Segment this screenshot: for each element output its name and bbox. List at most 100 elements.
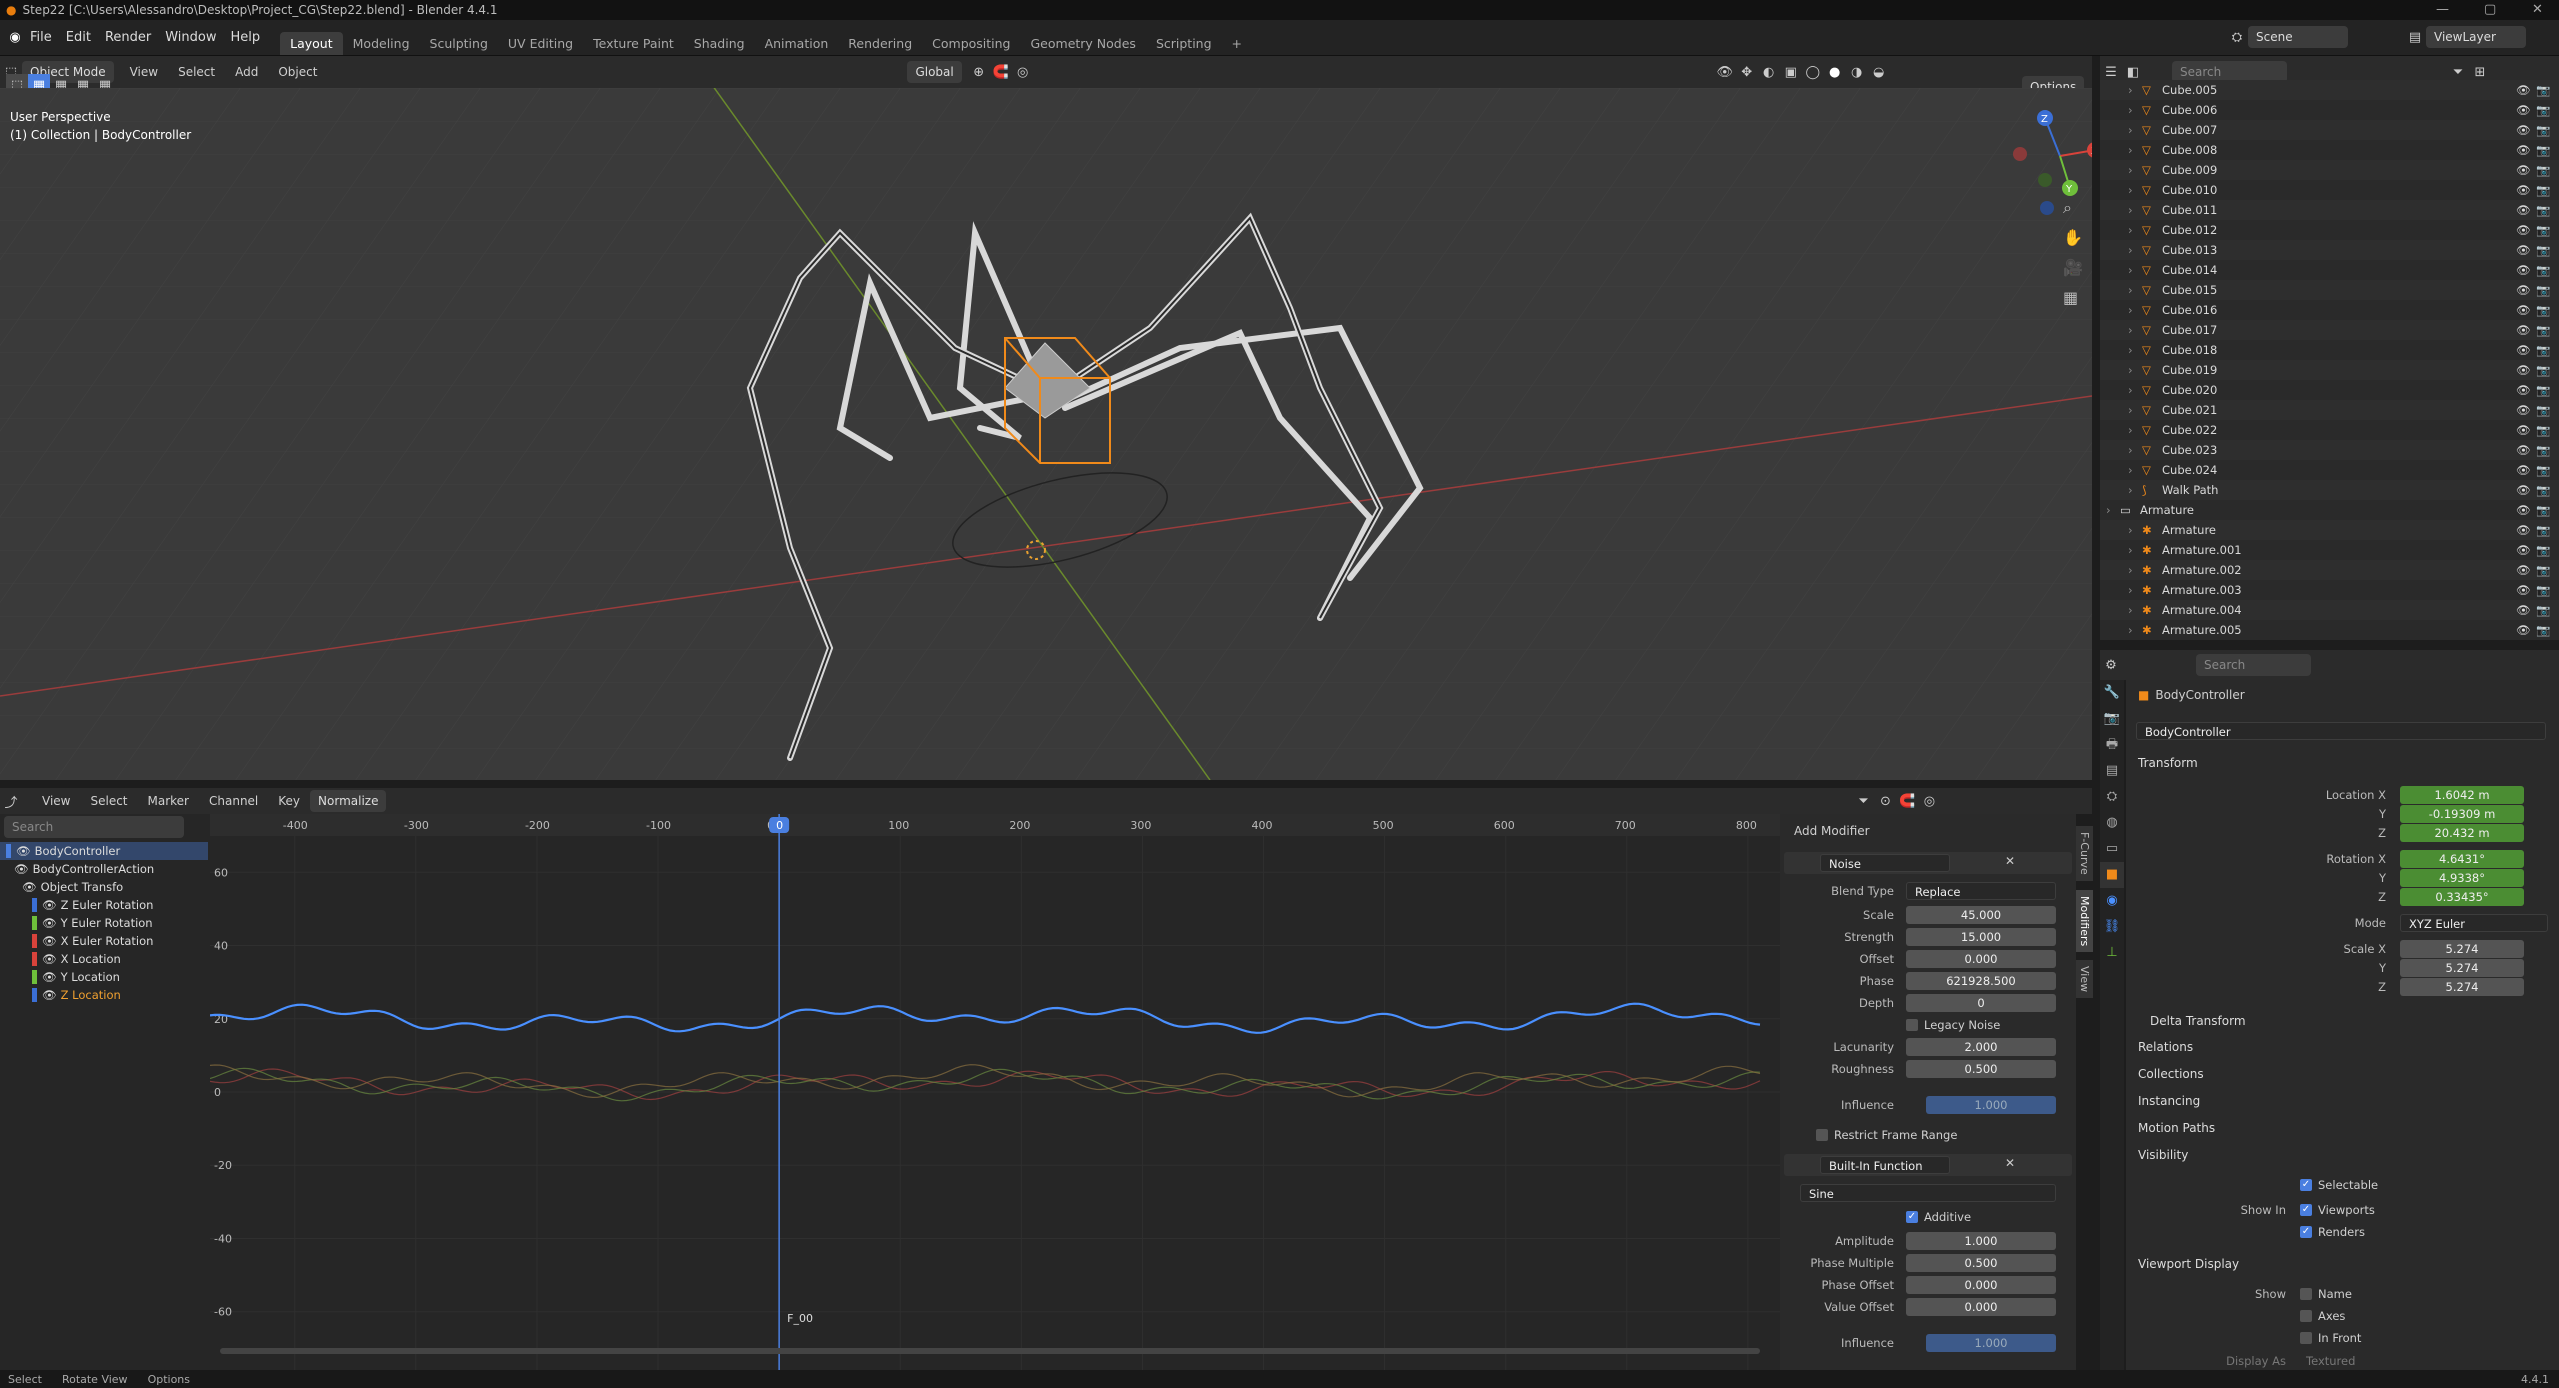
- overlay-icon[interactable]: ◐: [1758, 61, 1780, 83]
- instancing-section[interactable]: Instancing: [2138, 1094, 2200, 1108]
- scale-z-field[interactable]: 5.274: [2400, 978, 2524, 996]
- camera-icon[interactable]: 🎥: [2063, 258, 2083, 277]
- render-camera-icon[interactable]: 📷: [2536, 543, 2550, 557]
- shading-solid-icon[interactable]: ●: [1824, 61, 1846, 83]
- expand-icon[interactable]: ›: [2128, 83, 2133, 97]
- visibility-eye-icon[interactable]: 👁: [2516, 203, 2531, 217]
- noise-strength-field[interactable]: 15.000: [1906, 928, 2056, 946]
- expand-icon[interactable]: ›: [2128, 223, 2133, 237]
- add-workspace-button[interactable]: +: [1222, 32, 1252, 55]
- graph-filter-icon[interactable]: ⏷: [1852, 790, 1874, 812]
- channel-eye-icon[interactable]: 👁: [42, 952, 57, 966]
- tool-tab-icon[interactable]: 🔧: [2100, 680, 2124, 706]
- render-camera-icon[interactable]: 📷: [2536, 323, 2550, 337]
- 3d-viewport[interactable]: Z X Y ⌕ ✋ 🎥 ▦ User Perspective (1) Colle…: [0, 88, 2092, 780]
- visibility-eye-icon[interactable]: 👁: [2516, 163, 2531, 177]
- channel-row[interactable]: 👁 Y Euler Rotation: [0, 914, 208, 932]
- noise-phase-field[interactable]: 621928.500: [1906, 972, 2056, 990]
- visibility-eye-icon[interactable]: 👁: [2516, 363, 2531, 377]
- expand-icon[interactable]: ›: [2128, 383, 2133, 397]
- collection-tab-icon[interactable]: ▭: [2100, 836, 2124, 862]
- visibility-eye-icon[interactable]: 👁: [2516, 523, 2531, 537]
- expand-icon[interactable]: ›: [2128, 423, 2133, 437]
- renders-checkbox[interactable]: ✓ Renders: [2300, 1225, 2365, 1239]
- zoom-icon[interactable]: ⌕: [2063, 198, 2072, 217]
- render-camera-icon[interactable]: 📷: [2536, 103, 2550, 117]
- outliner-item[interactable]: › ▽ Cube.007 👁 📷: [2100, 120, 2559, 140]
- graph-menu-key[interactable]: Key: [278, 794, 300, 808]
- fcurve-line[interactable]: [209, 1002, 1761, 1034]
- object-tab-icon[interactable]: ■: [2100, 862, 2124, 888]
- visibility-section[interactable]: Visibility: [2138, 1148, 2188, 1162]
- outliner-item[interactable]: › ▽ Cube.005 👁 📷: [2100, 80, 2559, 100]
- expand-icon[interactable]: ›: [2128, 183, 2133, 197]
- viewport-display-section[interactable]: Viewport Display: [2138, 1257, 2239, 1271]
- noise-influence-field[interactable]: 1.000: [1926, 1096, 2056, 1114]
- outliner-item[interactable]: › ▽ Cube.013 👁 📷: [2100, 240, 2559, 260]
- render-camera-icon[interactable]: 📷: [2536, 463, 2550, 477]
- menu-window[interactable]: Window: [165, 30, 216, 45]
- object-datablock-field[interactable]: BodyController: [2136, 722, 2546, 740]
- viewports-checkbox[interactable]: ✓ Viewports: [2300, 1203, 2375, 1217]
- rotation-mode-dropdown[interactable]: XYZ Euler: [2400, 914, 2548, 932]
- expand-icon[interactable]: ›: [2128, 163, 2133, 177]
- location-z-field[interactable]: 20.432 m: [2400, 824, 2524, 842]
- visibility-eye-icon[interactable]: 👁: [2516, 243, 2531, 257]
- menu-render[interactable]: Render: [105, 30, 151, 45]
- channel-eye-icon[interactable]: 👁: [42, 916, 57, 930]
- render-camera-icon[interactable]: 📷: [2536, 243, 2550, 257]
- render-tab-icon[interactable]: 📷: [2100, 706, 2124, 732]
- builtin-remove-icon[interactable]: ✕: [2005, 1156, 2015, 1170]
- expand-icon[interactable]: ›: [2128, 323, 2133, 337]
- outliner-item[interactable]: › ✱ Armature.005 👁 📷: [2100, 620, 2559, 640]
- rotation-y-field[interactable]: 4.9338°: [2400, 869, 2524, 887]
- tab-geometry-nodes[interactable]: Geometry Nodes: [1021, 32, 1146, 55]
- render-camera-icon[interactable]: 📷: [2536, 383, 2550, 397]
- expand-icon[interactable]: ›: [2128, 403, 2133, 417]
- outliner-item[interactable]: › ▽ Cube.008 👁 📷: [2100, 140, 2559, 160]
- roughness-field[interactable]: 0.500: [1906, 1060, 2056, 1078]
- expand-icon[interactable]: ›: [2128, 203, 2133, 217]
- outliner-item[interactable]: › ✱ Armature 👁 📷: [2100, 520, 2559, 540]
- frame-ruler[interactable]: [210, 814, 1780, 836]
- channel-row[interactable]: 👁 BodyController: [0, 842, 208, 860]
- display-as-value[interactable]: Textured: [2306, 1354, 2355, 1368]
- outliner-item[interactable]: › ▽ Cube.006 👁 📷: [2100, 100, 2559, 120]
- xray-icon[interactable]: ▣: [1780, 61, 1802, 83]
- render-camera-icon[interactable]: 📷: [2536, 403, 2550, 417]
- render-camera-icon[interactable]: 📷: [2536, 83, 2550, 97]
- tab-compositing[interactable]: Compositing: [922, 32, 1020, 55]
- channel-row[interactable]: 👁 BodyControllerAction: [0, 860, 208, 878]
- builtin-modifier-name[interactable]: Built-In Function: [1820, 1156, 1950, 1174]
- outliner-item[interactable]: › ▽ Cube.015 👁 📷: [2100, 280, 2559, 300]
- render-camera-icon[interactable]: 📷: [2536, 563, 2550, 577]
- tab-texture-paint[interactable]: Texture Paint: [583, 32, 684, 55]
- render-camera-icon[interactable]: 📷: [2536, 343, 2550, 357]
- selectable-checkbox[interactable]: ✓ Selectable: [2300, 1178, 2378, 1192]
- output-tab-icon[interactable]: 🖶: [2100, 732, 2124, 758]
- fcurve-graph[interactable]: -400-300-200-100010020030040050060070080…: [209, 814, 1780, 1370]
- outliner-item[interactable]: › ▽ Cube.020 👁 📷: [2100, 380, 2559, 400]
- proportional-icon[interactable]: ◎: [1012, 61, 1034, 83]
- show-name-checkbox[interactable]: Name: [2300, 1287, 2352, 1301]
- scene-name[interactable]: Scene: [2248, 26, 2348, 48]
- outliner-item[interactable]: › ✱ Armature.004 👁 📷: [2100, 600, 2559, 620]
- collections-section[interactable]: Collections: [2138, 1067, 2204, 1081]
- transform-section[interactable]: Transform: [2138, 756, 2198, 770]
- channel-row[interactable]: 👁 Y Location: [0, 968, 208, 986]
- blender-menu-icon[interactable]: ◉: [4, 27, 26, 49]
- outliner-item[interactable]: › ▽ Cube.009 👁 📷: [2100, 160, 2559, 180]
- noise-depth-field[interactable]: 0: [1906, 994, 2056, 1012]
- expand-icon[interactable]: ›: [2128, 103, 2133, 117]
- render-camera-icon[interactable]: 📷: [2536, 443, 2550, 457]
- motion-paths-section[interactable]: Motion Paths: [2138, 1121, 2215, 1135]
- properties-editor-icon[interactable]: ⚙: [2100, 654, 2122, 676]
- expand-icon[interactable]: ›: [2128, 463, 2133, 477]
- graph-editor-type-icon[interactable]: ⤴: [0, 790, 22, 812]
- fcurve-line[interactable]: [209, 1067, 1761, 1102]
- visibility-eye-icon[interactable]: 👁: [2516, 603, 2531, 617]
- data-tab-icon[interactable]: ⊥: [2100, 940, 2124, 966]
- outliner-item[interactable]: › ▽ Cube.021 👁 📷: [2100, 400, 2559, 420]
- channel-eye-icon[interactable]: 👁: [42, 988, 57, 1002]
- show-axes-checkbox[interactable]: Axes: [2300, 1309, 2345, 1323]
